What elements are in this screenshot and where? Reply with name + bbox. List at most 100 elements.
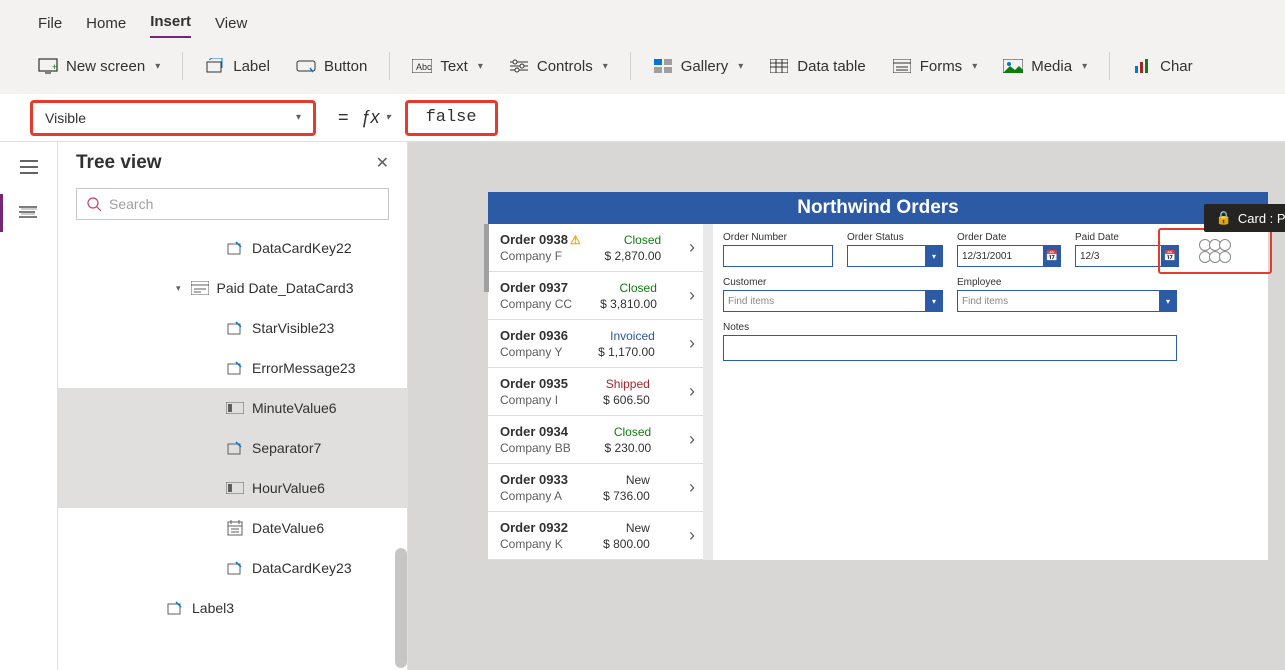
gallery-button[interactable]: Gallery ▾ — [645, 52, 752, 81]
chevron-down-icon: ▾ — [603, 61, 608, 72]
order-amount: $ 800.00 — [603, 537, 650, 551]
gallery-label: Gallery — [681, 58, 729, 75]
button-button[interactable]: Button — [288, 52, 375, 81]
notes-input[interactable] — [723, 335, 1177, 361]
order-row[interactable]: Order 0932Company KNew$ 800.00› — [488, 512, 703, 560]
forms-button[interactable]: Forms ▾ — [884, 52, 986, 81]
menu-view[interactable]: View — [215, 7, 247, 38]
order-gallery[interactable]: Order 0938 ⚠Company FClosed$ 2,870.00›Or… — [488, 224, 703, 560]
tree-view-panel: Tree view ✕ Search DataCardKey22▾Paid Da… — [58, 142, 408, 670]
media-label: Media — [1031, 58, 1072, 75]
formula-input[interactable]: false — [405, 100, 498, 136]
order-row[interactable]: Order 0934Company BBClosed$ 230.00› — [488, 416, 703, 464]
separator — [182, 52, 183, 80]
label-button[interactable]: Label — [197, 52, 278, 81]
svg-text:+: + — [52, 62, 57, 72]
tree-item[interactable]: StarVisible23 — [58, 308, 407, 348]
app-preview: Northwind Orders Order 0938 ⚠Company FCl… — [488, 192, 1268, 560]
left-rail — [0, 142, 58, 670]
order-row[interactable]: Order 0936Company YInvoiced$ 1,170.00› — [488, 320, 703, 368]
order-company: Company A — [500, 489, 568, 503]
order-status: New — [626, 473, 650, 487]
tree-view-button[interactable] — [16, 200, 42, 226]
date-icon — [226, 519, 244, 537]
data-table-button[interactable]: Data table — [761, 52, 873, 81]
scrollbar[interactable] — [395, 548, 407, 668]
customer-dropdown[interactable]: Find items▾ — [723, 290, 943, 312]
scrollbar[interactable] — [484, 224, 489, 292]
order-id: Order 0935 — [500, 376, 568, 391]
menu-home[interactable]: Home — [86, 7, 126, 38]
tooltip-text: Card : Paid Date — [1238, 211, 1285, 226]
search-placeholder: Search — [109, 196, 153, 212]
chevron-down-icon: ▾ — [155, 61, 160, 72]
order-number-field: Order Number — [723, 232, 833, 267]
order-row[interactable]: Order 0933Company ANew$ 736.00› — [488, 464, 703, 512]
field-label: Employee — [957, 277, 1177, 288]
media-button[interactable]: Media ▾ — [995, 52, 1095, 81]
text-button[interactable]: Abc Text ▾ — [404, 52, 491, 81]
order-status: Closed — [624, 233, 661, 247]
tree-item[interactable]: HourValue6 — [58, 468, 407, 508]
formula-bar: Visible ▾ = ƒx ▾ false — [0, 94, 1285, 142]
order-row[interactable]: Order 0937Company CCClosed$ 3,810.00› — [488, 272, 703, 320]
chevron-down-icon: ▾ — [972, 61, 977, 72]
order-status-dropdown[interactable]: ▾ — [847, 245, 943, 267]
order-row[interactable]: Order 0935Company IShipped$ 606.50› — [488, 368, 703, 416]
field-label: Order Date — [957, 232, 1061, 243]
employee-dropdown[interactable]: Find items▾ — [957, 290, 1177, 312]
order-id: Order 0936 — [500, 328, 568, 343]
pencil-icon — [226, 439, 244, 457]
paid-date-input[interactable]: 12/3📅 — [1075, 245, 1179, 267]
menu-file[interactable]: File — [38, 7, 62, 38]
tree-item[interactable]: DataCardKey23 — [58, 548, 407, 588]
menu-insert[interactable]: Insert — [150, 5, 191, 38]
tree-item[interactable]: Label3 — [58, 588, 407, 628]
expand-icon[interactable]: ▾ — [176, 283, 181, 294]
tree-body: DataCardKey22▾Paid Date_DataCard3StarVis… — [58, 228, 407, 670]
tree-item-label: HourValue6 — [252, 480, 325, 496]
separator — [630, 52, 631, 80]
tree-item[interactable]: DateValue6 — [58, 508, 407, 548]
fx-button[interactable]: ƒx ▾ — [361, 107, 391, 128]
order-number-input[interactable] — [723, 245, 833, 267]
employee-field: Employee Find items▾ — [957, 277, 1177, 312]
field-label: Customer — [723, 277, 943, 288]
chevron-right-icon: › — [689, 237, 695, 258]
order-status-field: Order Status ▾ — [847, 232, 943, 267]
notes-field: Notes — [723, 322, 1177, 361]
chevron-down-icon: ▾ — [925, 245, 943, 267]
close-icon[interactable]: ✕ — [376, 153, 389, 173]
order-company: Company CC — [500, 297, 572, 311]
field-label: Paid Date — [1075, 232, 1179, 243]
tree-item[interactable]: DataCardKey22 — [58, 228, 407, 268]
tree-search-input[interactable]: Search — [76, 188, 389, 220]
order-company: Company F — [500, 249, 581, 263]
order-date-input[interactable]: 12/31/2001📅 — [957, 245, 1061, 267]
property-value: Visible — [45, 110, 86, 126]
app-title: Northwind Orders — [488, 192, 1268, 224]
tree-header: Tree view ✕ — [58, 142, 407, 184]
hamburger-button[interactable] — [16, 154, 42, 180]
tree-item[interactable]: MinuteValue6 — [58, 388, 407, 428]
workspace: Tree view ✕ Search DataCardKey22▾Paid Da… — [0, 142, 1285, 670]
rect-icon — [226, 479, 244, 497]
tree-item[interactable]: ▾Paid Date_DataCard3 — [58, 268, 407, 308]
text-label: Text — [440, 58, 468, 75]
tree-item[interactable]: Separator7 — [58, 428, 407, 468]
tree-item[interactable]: ErrorMessage23 — [58, 348, 407, 388]
controls-button[interactable]: Controls ▾ — [501, 52, 616, 81]
chart-label: Char — [1160, 58, 1193, 75]
order-row[interactable]: Order 0938 ⚠Company FClosed$ 2,870.00› — [488, 224, 703, 272]
detail-form: 🔒 Card : Paid Date Order Number — [713, 224, 1268, 560]
media-icon — [1003, 58, 1023, 74]
new-screen-button[interactable]: + New screen ▾ — [30, 52, 168, 81]
chevron-down-icon: ▾ — [738, 61, 743, 72]
tree-item-label: DataCardKey23 — [252, 560, 352, 576]
chevron-right-icon: › — [689, 525, 695, 546]
chart-button[interactable]: Char — [1124, 52, 1201, 81]
property-selector[interactable]: Visible ▾ — [30, 100, 316, 136]
screen-icon: + — [38, 58, 58, 74]
tree-item-label: Separator7 — [252, 440, 321, 456]
button-label: Button — [324, 58, 367, 75]
